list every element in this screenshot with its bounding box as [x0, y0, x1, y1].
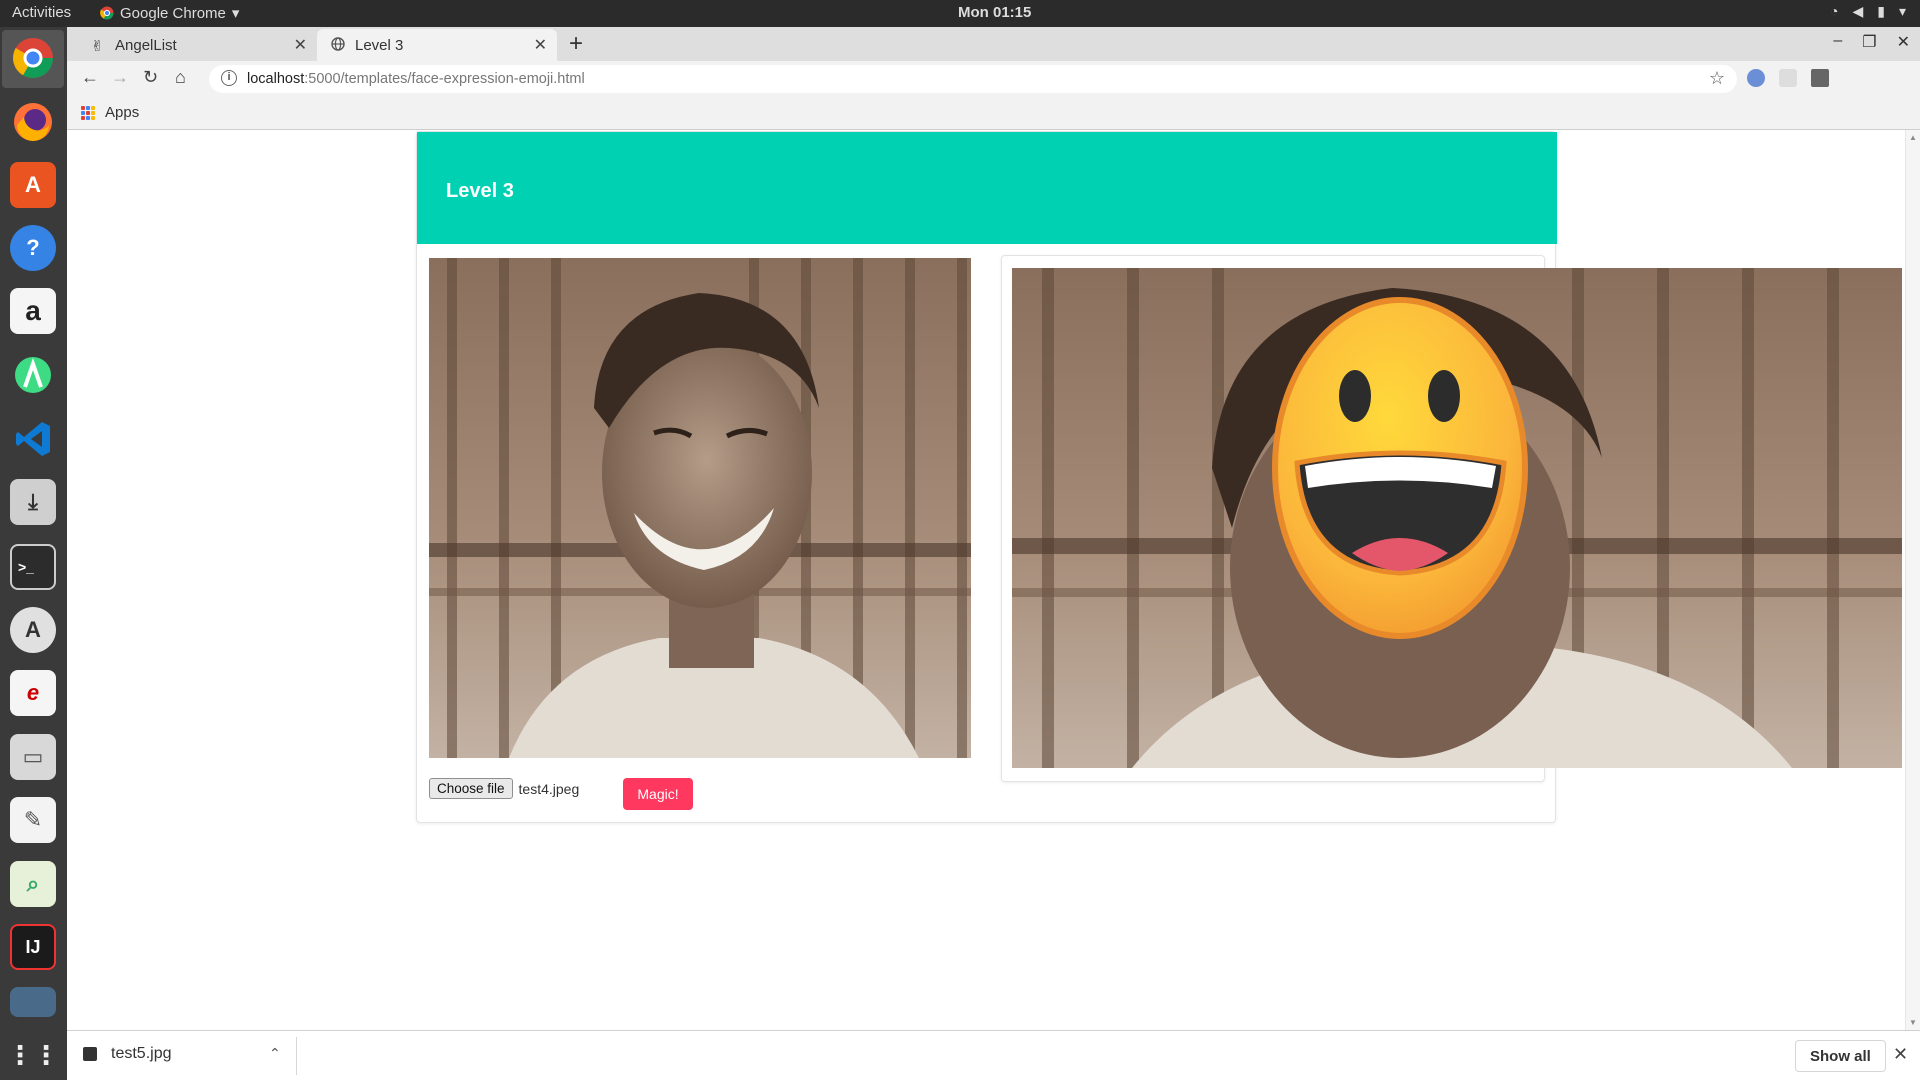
- page-viewport: Level 3 Choose file test4.jpeg Magic! ▲ …: [67, 130, 1920, 1030]
- tab-angellist[interactable]: ✌ AngelList ✕: [77, 29, 317, 61]
- android-studio-icon[interactable]: [10, 352, 56, 398]
- intellij-icon[interactable]: IJ: [10, 924, 56, 970]
- download-file-name: test5.jpg: [111, 1045, 172, 1062]
- software-center-icon[interactable]: A: [10, 162, 56, 208]
- apps-grid-icon: [81, 105, 95, 120]
- selected-file-name: test4.jpeg: [518, 780, 580, 797]
- system-top-bar: Activities Google Chrome ▾ Mon 01:15 ◔ ◀…: [0, 0, 1920, 27]
- files-icon[interactable]: ▭: [10, 734, 56, 780]
- window-controls: – ❐ ✕: [1833, 32, 1910, 52]
- file-icon: [83, 1047, 97, 1061]
- document-viewer-icon[interactable]: e: [10, 670, 56, 716]
- site-info-icon[interactable]: i: [221, 70, 237, 86]
- magic-button[interactable]: Magic!: [623, 778, 693, 810]
- url-host: localhost: [247, 71, 305, 87]
- workspace-icon[interactable]: [10, 987, 56, 1017]
- page-title: Level 3: [446, 180, 514, 202]
- close-window-icon[interactable]: ✕: [1897, 32, 1910, 52]
- home-icon[interactable]: ⌂: [175, 67, 186, 88]
- tab-strip: ✌ AngelList ✕ Level 3 ✕ + – ❐ ✕: [67, 27, 1920, 61]
- minimize-icon[interactable]: –: [1833, 32, 1842, 52]
- bookmark-star-icon[interactable]: ☆: [1709, 68, 1725, 89]
- close-tab-icon[interactable]: ✕: [294, 35, 307, 55]
- help-icon[interactable]: ?: [10, 225, 56, 271]
- address-bar[interactable]: i localhost:5000/templates/face-expressi…: [209, 65, 1737, 93]
- firefox-launcher-icon[interactable]: [10, 99, 56, 145]
- url-path: :5000/templates/face-expression-emoji.ht…: [304, 71, 585, 87]
- chrome-launcher-icon[interactable]: [10, 35, 56, 81]
- browser-toolbar: ← → ↻ ⌂ i localhost:5000/templates/face-…: [67, 61, 1920, 97]
- apps-bookmark[interactable]: Apps: [81, 104, 139, 121]
- text-editor-icon[interactable]: ✎: [10, 797, 56, 843]
- installer-icon[interactable]: ⤓: [10, 479, 56, 525]
- system-tray[interactable]: ◔ ◀ ▮ ▾: [1830, 3, 1906, 20]
- bookmarks-bar: Apps: [67, 97, 1920, 130]
- back-icon[interactable]: ←: [81, 67, 99, 88]
- original-photo: [429, 258, 971, 758]
- close-shelf-icon[interactable]: ✕: [1893, 1044, 1908, 1065]
- shelf-divider: [296, 1037, 297, 1075]
- extension-icon[interactable]: [1747, 69, 1765, 87]
- apps-label: Apps: [105, 104, 140, 121]
- activities-button[interactable]: Activities: [12, 4, 71, 21]
- extension-icon[interactable]: [1779, 69, 1797, 87]
- emoji-result-photo: [1012, 268, 1902, 768]
- battery-icon: ▮: [1877, 3, 1885, 19]
- volume-icon: ◀: [1852, 3, 1864, 19]
- tab-level-3[interactable]: Level 3 ✕: [317, 29, 557, 61]
- globe-icon: [331, 37, 345, 51]
- new-tab-icon[interactable]: +: [569, 30, 583, 58]
- software-updater-icon[interactable]: A: [10, 607, 56, 653]
- tab-label: Level 3: [355, 36, 404, 54]
- choose-file-button[interactable]: Choose file: [429, 778, 513, 799]
- chevron-up-icon[interactable]: ⌃: [269, 1045, 281, 1062]
- restore-icon[interactable]: ❐: [1862, 32, 1876, 52]
- close-tab-icon[interactable]: ✕: [534, 35, 547, 55]
- terminal-icon[interactable]: >_: [10, 544, 56, 590]
- vscode-icon[interactable]: [10, 416, 56, 462]
- launcher-dock: A ? a ⤓ >_ A e ▭ ✎ ⌕ IJ ⋮⋮: [0, 27, 67, 1080]
- show-all-button[interactable]: Show all: [1795, 1040, 1886, 1072]
- file-upload-row: Choose file test4.jpeg: [429, 778, 579, 799]
- vertical-scrollbar[interactable]: ▲ ▼: [1905, 130, 1920, 1030]
- angellist-icon: ✌: [91, 38, 104, 55]
- image-viewer-icon[interactable]: ⌕: [10, 861, 56, 907]
- amazon-icon[interactable]: a: [10, 288, 56, 334]
- download-shelf: test5.jpg ⌃ Show all ✕: [67, 1030, 1920, 1080]
- show-applications-icon[interactable]: ⋮⋮: [7, 1032, 59, 1078]
- app-menu-label: Google Chrome: [120, 4, 226, 22]
- chrome-icon: [100, 6, 114, 20]
- forward-icon[interactable]: →: [111, 67, 129, 88]
- tab-label: AngelList: [115, 36, 177, 54]
- scroll-up-icon[interactable]: ▲: [1909, 133, 1917, 142]
- extension-filter-icon[interactable]: [1811, 69, 1829, 87]
- caret-down-icon: ▾: [231, 5, 240, 22]
- scroll-down-icon[interactable]: ▼: [1909, 1018, 1917, 1027]
- card-header: Level 3: [417, 132, 1557, 244]
- tray-caret-icon: ▾: [1898, 3, 1906, 19]
- system-clock[interactable]: Mon 01:15: [958, 4, 1031, 21]
- wifi-icon: ◔: [1830, 3, 1839, 19]
- app-menu[interactable]: Google Chrome ▾: [100, 4, 239, 22]
- download-item[interactable]: test5.jpg: [83, 1045, 171, 1063]
- reload-icon[interactable]: ↻: [143, 67, 158, 88]
